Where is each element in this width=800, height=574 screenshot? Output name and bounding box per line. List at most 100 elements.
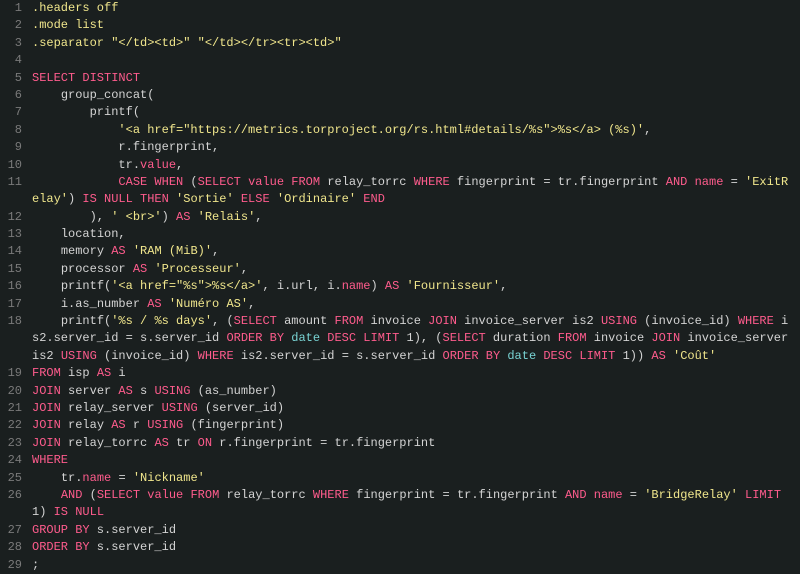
token-str: .mode list [32,18,104,32]
token-ident: processor [32,262,133,276]
code-content[interactable]: tr.value, [32,157,800,174]
code-content[interactable]: printf( [32,104,800,121]
code-content[interactable]: WHERE [32,452,800,469]
code-line[interactable]: 11 CASE WHEN (SELECT value FROM relay_to… [0,174,800,209]
code-content[interactable]: r.fingerprint, [32,139,800,156]
code-line[interactable]: 21JOIN relay_server USING (server_id) [0,400,800,417]
code-line[interactable]: 17 i.as_number AS 'Numéro AS', [0,296,800,313]
code-line[interactable]: 14 memory AS 'RAM (MiB)', [0,243,800,260]
code-line[interactable]: 10 tr.value, [0,157,800,174]
code-line[interactable]: 23JOIN relay_torrc AS tr ON r.fingerprin… [0,435,800,452]
code-content[interactable]: GROUP BY s.server_id [32,522,800,539]
token-kw: DESC LIMIT [543,349,615,363]
code-content[interactable]: CASE WHEN (SELECT value FROM relay_torrc… [32,174,800,209]
token-ident: ( [183,175,197,189]
code-line[interactable]: 20JOIN server AS s USING (as_number) [0,383,800,400]
code-content[interactable] [32,52,800,69]
code-content[interactable]: SELECT DISTINCT [32,70,800,87]
code-line[interactable]: 6 group_concat( [0,87,800,104]
token-kw: IS NULL THEN [82,192,168,206]
code-line[interactable]: 12 ), ' <br>') AS 'Relais', [0,209,800,226]
token-ident: ) [371,279,385,293]
code-content[interactable]: JOIN relay_torrc AS tr ON r.fingerprint … [32,435,800,452]
line-number: 2 [0,17,32,34]
code-line[interactable]: 25 tr.name = 'Nickname' [0,470,800,487]
code-line[interactable]: 9 r.fingerprint, [0,139,800,156]
code-content[interactable]: FROM isp AS i [32,365,800,382]
line-number: 12 [0,209,32,226]
code-content[interactable]: JOIN server AS s USING (as_number) [32,383,800,400]
code-line[interactable]: 29; [0,557,800,574]
code-content[interactable]: JOIN relay AS r USING (fingerprint) [32,417,800,434]
token-ident: , [255,210,262,224]
token-ident: tr.fingerprint [551,175,666,189]
code-content[interactable]: processor AS 'Processeur', [32,261,800,278]
code-content[interactable]: printf('<a href="%s">%s</a>', i.url, i.n… [32,278,800,295]
code-line[interactable]: 13 location, [0,226,800,243]
token-kw: SELECT [97,488,140,502]
code-line[interactable]: 18 printf('%s / %s days', (SELECT amount… [0,313,800,365]
code-content[interactable]: printf('%s / %s days', (SELECT amount FR… [32,313,800,365]
code-content[interactable]: ORDER BY s.server_id [32,539,800,556]
code-line[interactable]: 1.headers off [0,0,800,17]
code-content[interactable]: ; [32,557,800,574]
code-line[interactable]: 4 [0,52,800,69]
code-line[interactable]: 22JOIN relay AS r USING (fingerprint) [0,417,800,434]
code-content[interactable]: JOIN relay_server USING (server_id) [32,400,800,417]
token-kw: END [363,192,385,206]
token-kw: AS [133,262,147,276]
code-editor[interactable]: 1.headers off2.mode list3.separator "</t… [0,0,800,574]
code-line[interactable]: 2.mode list [0,17,800,34]
token-kw: AS [147,297,161,311]
line-number: 16 [0,278,32,295]
code-content[interactable]: '<a href="https://metrics.torproject.org… [32,122,800,139]
token-ident: , i.url, i. [262,279,341,293]
code-line[interactable]: 8 '<a href="https://metrics.torproject.o… [0,122,800,139]
code-line[interactable]: 26 AND (SELECT value FROM relay_torrc WH… [0,487,800,522]
token-kw: WHERE [738,314,774,328]
token-str: ' <br>' [111,210,161,224]
token-ident [32,123,118,137]
code-content[interactable]: memory AS 'RAM (MiB)', [32,243,800,260]
code-line[interactable]: 15 processor AS 'Processeur', [0,261,800,278]
code-line[interactable]: 28ORDER BY s.server_id [0,539,800,556]
token-kw: SELECT DISTINCT [32,71,140,85]
code-line[interactable]: 5SELECT DISTINCT [0,70,800,87]
line-number: 26 [0,487,32,522]
token-kw: WHERE [32,453,68,467]
token-ident: r [126,418,148,432]
token-ident: ) [68,192,82,206]
token-ident: s.server_id [90,523,176,537]
token-str: 'Ordinaire' [277,192,356,206]
token-ident: i [111,366,125,380]
code-content[interactable]: i.as_number AS 'Numéro AS', [32,296,800,313]
code-line[interactable]: 3.separator "</td><td>" "</td></tr><tr><… [0,35,800,52]
token-ident: ; [32,558,39,572]
line-number: 13 [0,226,32,243]
token-ident: ( [82,488,96,502]
code-line[interactable]: 7 printf( [0,104,800,121]
token-ident [399,279,406,293]
code-line[interactable]: 19FROM isp AS i [0,365,800,382]
token-ident: (invoice_id) [637,314,738,328]
token-kw: ELSE [241,192,270,206]
token-ident: tr [169,436,198,450]
code-content[interactable]: .headers off [32,0,800,17]
code-content[interactable]: group_concat( [32,87,800,104]
code-content[interactable]: location, [32,226,800,243]
code-content[interactable]: .mode list [32,17,800,34]
token-ident: is2.server_id [234,349,342,363]
code-content[interactable]: .separator "</td><td>" "</td></tr><tr><t… [32,35,800,52]
line-number: 3 [0,35,32,52]
code-content[interactable]: tr.name = 'Nickname' [32,470,800,487]
code-content[interactable]: ), ' <br>') AS 'Relais', [32,209,800,226]
code-content[interactable]: AND (SELECT value FROM relay_torrc WHERE… [32,487,800,522]
token-ident: duration [486,331,558,345]
code-line[interactable]: 24WHERE [0,452,800,469]
code-line[interactable]: 27GROUP BY s.server_id [0,522,800,539]
token-kw: AS [97,366,111,380]
token-str: 'Sortie' [176,192,234,206]
token-ident: , [248,297,255,311]
token-ident: (as_number) [190,384,276,398]
code-line[interactable]: 16 printf('<a href="%s">%s</a>', i.url, … [0,278,800,295]
